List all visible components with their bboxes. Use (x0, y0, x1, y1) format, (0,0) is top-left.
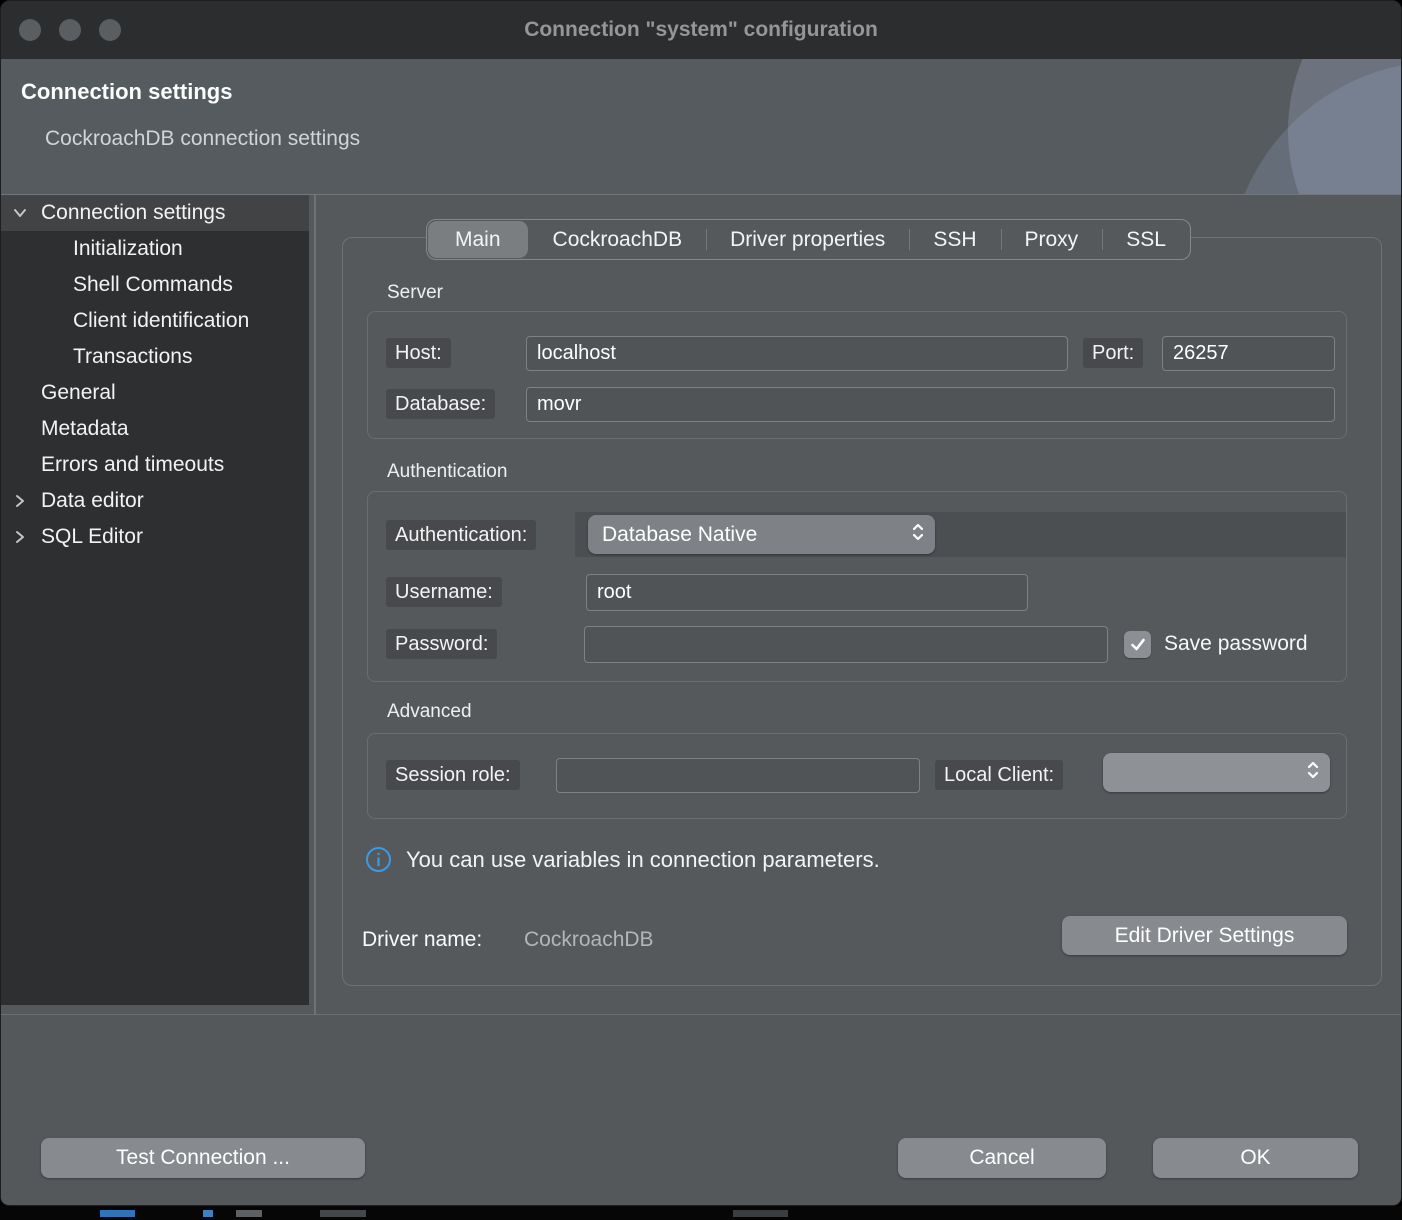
username-input[interactable] (586, 574, 1028, 611)
sidebar-item-sql-editor[interactable]: SQL Editor (1, 519, 309, 555)
connection-configuration-dialog: Connection "system" configuration Connec… (0, 0, 1402, 1206)
sidebar-item-label: Connection settings (41, 201, 225, 225)
page-header: Connection settings CockroachDB connecti… (1, 59, 1401, 195)
tab-label: CockroachDB (553, 228, 683, 252)
sidebar-item-general[interactable]: General (1, 375, 309, 411)
host-label: Host: (386, 338, 451, 368)
ok-button[interactable]: OK (1153, 1138, 1358, 1178)
password-input[interactable] (584, 626, 1108, 663)
tab-cockroachdb[interactable]: CockroachDB (529, 220, 707, 259)
check-icon (1130, 638, 1146, 652)
database-input[interactable] (526, 387, 1335, 422)
sidebar-item-label: Transactions (73, 345, 192, 369)
tab-ssh[interactable]: SSH (909, 220, 1000, 259)
decorative-swoosh (1186, 59, 1401, 194)
page-title: Connection settings (21, 79, 232, 105)
chevron-down-icon[interactable] (11, 204, 29, 222)
tab-proxy[interactable]: Proxy (1001, 220, 1103, 259)
cancel-button[interactable]: Cancel (898, 1138, 1106, 1178)
session-role-input[interactable] (556, 758, 920, 793)
info-icon (365, 846, 392, 873)
database-label: Database: (386, 389, 495, 419)
sidebar-item-label: SQL Editor (41, 525, 143, 549)
titlebar: Connection "system" configuration (1, 1, 1401, 59)
authentication-select[interactable]: Database Native (588, 515, 935, 554)
updown-chevrons-icon (1306, 759, 1320, 787)
chevron-right-icon[interactable] (11, 492, 29, 510)
main-content: Main CockroachDB Driver properties SSH P… (315, 195, 1402, 1015)
tab-bar: Main CockroachDB Driver properties SSH P… (426, 219, 1191, 260)
updown-chevrons-icon (911, 521, 925, 549)
password-label: Password: (386, 629, 497, 659)
server-group-legend: Server (387, 282, 443, 304)
sidebar-item-label: Data editor (41, 489, 144, 513)
sidebar-item-transactions[interactable]: Transactions (1, 339, 309, 375)
sidebar-item-shell-commands[interactable]: Shell Commands (1, 267, 309, 303)
sidebar-item-initialization[interactable]: Initialization (1, 231, 309, 267)
session-role-label: Session role: (386, 760, 520, 790)
window-title: Connection "system" configuration (1, 1, 1401, 59)
advanced-group: Session role: Local Client: (367, 733, 1347, 819)
port-input[interactable] (1162, 336, 1335, 371)
tab-label: Main (455, 228, 501, 252)
info-text: You can use variables in connection para… (406, 847, 880, 873)
sidebar-item-metadata[interactable]: Metadata (1, 411, 309, 447)
save-password-checkbox[interactable] (1124, 631, 1151, 658)
sidebar-item-label: Client identification (73, 309, 249, 333)
sidebar-item-label: Initialization (73, 237, 183, 261)
authentication-select-value: Database Native (602, 523, 757, 547)
tab-label: Proxy (1025, 228, 1079, 252)
sidebar-item-label: General (41, 381, 116, 405)
sidebar-item-label: Shell Commands (73, 273, 233, 297)
edit-driver-settings-button[interactable]: Edit Driver Settings (1062, 916, 1347, 955)
tab-ssl[interactable]: SSL (1102, 220, 1190, 259)
settings-tree: Connection settings Initialization Shell… (1, 195, 309, 1005)
driver-name-label: Driver name: (362, 928, 482, 952)
authentication-label: Authentication: (386, 520, 536, 550)
sidebar-item-connection-settings[interactable]: Connection settings (1, 195, 309, 231)
button-bar: Test Connection ... Cancel OK (1, 1015, 1401, 1206)
save-password-label: Save password (1164, 632, 1347, 656)
authentication-group: Authentication: Database Native Username… (367, 491, 1347, 682)
page-subtitle: CockroachDB connection settings (45, 127, 360, 151)
tab-driver-properties[interactable]: Driver properties (706, 220, 909, 259)
info-row: You can use variables in connection para… (365, 846, 880, 873)
sidebar-item-errors-and-timeouts[interactable]: Errors and timeouts (1, 447, 309, 483)
port-label: Port: (1083, 338, 1143, 368)
chevron-right-icon[interactable] (11, 528, 29, 546)
main-tab-panel: Server Host: Port: Database: Authenticat… (342, 237, 1382, 986)
dock-peek (0, 1206, 1402, 1220)
sidebar-item-label: Metadata (41, 417, 129, 441)
sidebar-item-data-editor[interactable]: Data editor (1, 483, 309, 519)
tab-label: SSL (1126, 228, 1166, 252)
tab-label: Driver properties (730, 228, 885, 252)
tab-main[interactable]: Main (428, 221, 528, 258)
authentication-group-legend: Authentication (387, 461, 507, 483)
sidebar-item-label: Errors and timeouts (41, 453, 224, 477)
local-client-select[interactable] (1103, 753, 1330, 792)
advanced-group-legend: Advanced (387, 701, 472, 723)
host-input[interactable] (526, 336, 1068, 371)
local-client-label: Local Client: (935, 760, 1063, 790)
tab-label: SSH (933, 228, 976, 252)
driver-name-value: CockroachDB (524, 928, 654, 952)
test-connection-button[interactable]: Test Connection ... (41, 1138, 365, 1178)
sidebar-item-client-identification[interactable]: Client identification (1, 303, 309, 339)
username-label: Username: (386, 577, 502, 607)
server-group: Host: Port: Database: (367, 311, 1347, 439)
